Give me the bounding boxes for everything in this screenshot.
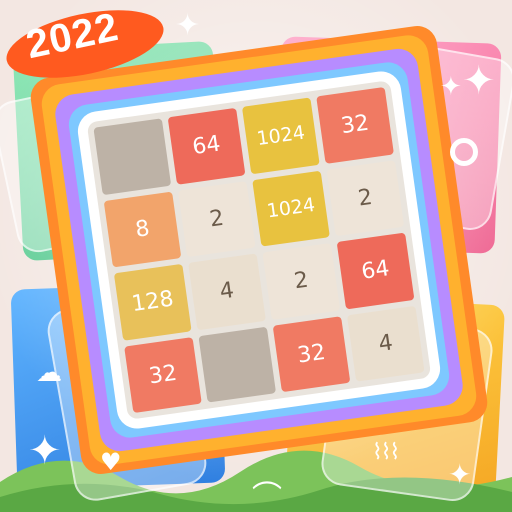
ring-icon xyxy=(450,138,478,166)
game-board: 64 1024 32 8 2 1024 2 128 4 2 64 32 32 4 xyxy=(28,23,490,477)
tile-32: 32 xyxy=(272,315,351,393)
tile-4: 4 xyxy=(188,253,266,330)
tile-8: 8 xyxy=(103,191,182,268)
tile-1024: 1024 xyxy=(241,97,320,174)
zigzag-icon: ⌇⌇⌇ xyxy=(372,440,400,465)
tile-64: 64 xyxy=(167,107,246,185)
tile-32: 32 xyxy=(124,336,202,414)
tile-2: 2 xyxy=(326,159,405,237)
year-badge: 2022 xyxy=(0,4,170,82)
game-splash: 64 1024 32 8 2 1024 2 128 4 2 64 32 32 4… xyxy=(0,0,512,512)
heart-icon: ♥ xyxy=(100,448,122,476)
sparkle-icon: ✦ xyxy=(440,72,462,102)
tile-4: 4 xyxy=(346,305,425,382)
sparkle-icon: ✦ xyxy=(462,58,496,104)
tile-1024: 1024 xyxy=(252,170,330,247)
tile-64: 64 xyxy=(336,232,415,309)
star-icon: ✦ xyxy=(175,8,201,43)
sparkle-icon: ✦ xyxy=(448,458,472,491)
tile-empty xyxy=(93,118,172,195)
tile-2: 2 xyxy=(262,242,341,320)
tile-grid: 64 1024 32 8 2 1024 2 128 4 2 64 32 32 4 xyxy=(86,80,432,420)
tile-128: 128 xyxy=(113,263,192,341)
cloud-icon: ☁ xyxy=(36,358,62,388)
arc-icon: ⌒ xyxy=(252,480,282,512)
tile-32: 32 xyxy=(316,86,394,164)
tile-empty xyxy=(198,326,277,403)
tile-2: 2 xyxy=(177,180,256,258)
sparkle-icon: ✦ xyxy=(28,428,62,474)
